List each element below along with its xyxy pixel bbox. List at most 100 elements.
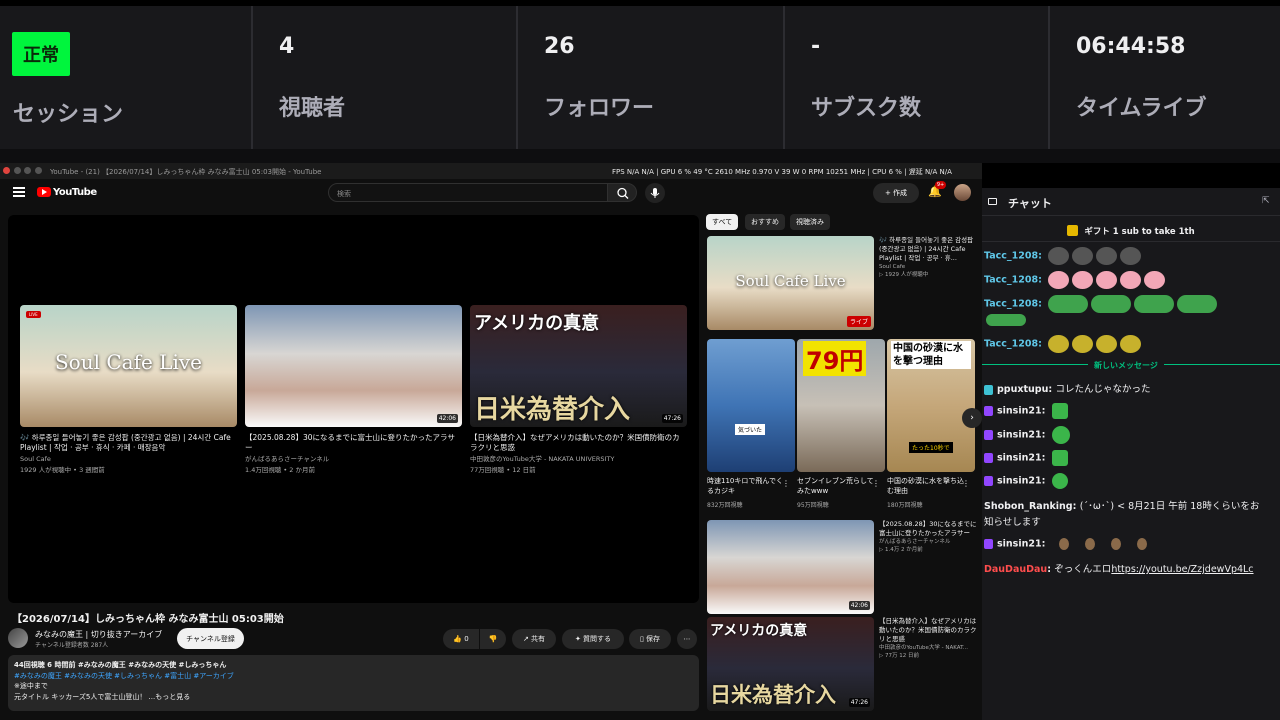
share-icon: ↗: [522, 635, 532, 643]
reload-icon[interactable]: [35, 167, 42, 174]
description-hashtags[interactable]: #みなみの魔王 #みなみの天使 #しみっちゃん #富士山 #アーカイブ: [14, 671, 693, 682]
face-emote-icon: [1120, 271, 1142, 289]
chat-username[interactable]: DauDauDau: [984, 564, 1047, 575]
ask-button[interactable]: ✦ 質問する: [562, 629, 624, 649]
separator: [0, 149, 1280, 160]
chat-username[interactable]: Shobon_Ranking: [984, 501, 1073, 512]
stat-label: サブスク数: [811, 96, 922, 121]
face-emote-icon: [1096, 271, 1118, 289]
session-status-badge: 正常: [12, 32, 70, 76]
chat-text: コレたんじゃなかった: [1055, 384, 1151, 395]
description-line: ※途中まで: [14, 682, 48, 690]
emote-icon: [1110, 538, 1121, 550]
like-button[interactable]: 👍 0: [443, 629, 479, 649]
card-title[interactable]: 【2025.08.28】30になるまでに富士山に登りたかったアラサー: [245, 433, 462, 453]
chat-message: sinsin21:: [984, 538, 1147, 550]
video-description[interactable]: 44回視聴 6 時間前 #みなみの魔王 #みなみの天使 #しみっちゃん #みなみ…: [8, 655, 699, 711]
popout-icon[interactable]: ⇱: [1262, 196, 1270, 206]
chip-watched[interactable]: 視聴済み: [790, 214, 830, 230]
voice-search-button[interactable]: [645, 183, 665, 203]
channel-avatar[interactable]: [8, 628, 28, 648]
youtube-wordmark[interactable]: YouTube: [53, 187, 97, 198]
chip-recommended[interactable]: おすすめ: [745, 214, 785, 230]
channel-name[interactable]: みなみの魔王 | 切り抜きアーカイブ: [35, 629, 162, 640]
rec-thumbnail[interactable]: アメリカの真意 日米為替介入 47:26: [707, 617, 874, 711]
rec-thumbnail[interactable]: 42:06: [707, 520, 874, 614]
short-menu-icon[interactable]: ⋮: [872, 479, 880, 488]
chip-all[interactable]: すべて: [706, 214, 739, 230]
short-title[interactable]: 中国の砂漠に水を撃ち込む理由: [887, 476, 965, 496]
share-button[interactable]: ↗ 共有: [512, 629, 556, 649]
share-label: 共有: [531, 635, 546, 643]
rec-title[interactable]: 🎶 하루종일 들어놓기 좋은 감성팝 (중간광고 없음) | 24시간 Cafe…: [879, 236, 979, 263]
gift-text: ギフト 1 sub to take 1th: [1084, 226, 1195, 237]
save-label: 保存: [646, 635, 661, 643]
chat-username[interactable]: Tacc_1208: [984, 275, 1038, 286]
shorts-next-button[interactable]: ›: [962, 408, 982, 428]
thumb-overlay-text: Soul Cafe Live: [54, 350, 202, 374]
short-thumbnail[interactable]: 79円: [797, 339, 885, 472]
back-icon[interactable]: [14, 167, 21, 174]
forward-icon[interactable]: [24, 167, 31, 174]
chat-username[interactable]: ppuxtupu: [997, 384, 1048, 395]
rec-info: 🎶 하루종일 들어놓기 좋은 감성팝 (중간광고 없음) | 24시간 Cafe…: [879, 236, 979, 279]
card-meta: 1.4万回視聴 • 2 か月前: [245, 466, 316, 474]
endscreen-card[interactable]: アメリカの真意 日米為替介入 47:26 【日米為替介入】なぜアメリカは動いたの…: [470, 305, 687, 475]
endscreen-card[interactable]: LIVE Soul Cafe Live 🎶 하루종일 들어놓기 좋은 감성팝 (…: [20, 305, 237, 475]
endscreen-card[interactable]: 42:06 【2025.08.28】30になるまでに富士山に登りたかったアラサー…: [245, 305, 462, 475]
rec-title[interactable]: 【日米為替介入】なぜアメリカは動いたのか？米国債防衛のカラクリと思惑: [879, 617, 979, 644]
short-views: 832万回視聴: [707, 502, 743, 509]
rec-info: 【日米為替介入】なぜアメリカは動いたのか？米国債防衛のカラクリと思惑 中田敦彦の…: [879, 617, 979, 660]
save-button[interactable]: ▯ 保存: [629, 629, 671, 649]
search-input[interactable]: 検索: [328, 183, 608, 202]
duration-badge: 42:06: [848, 601, 870, 610]
more-actions-button[interactable]: ⋯: [677, 629, 697, 649]
short-thumbnail[interactable]: 中国の砂漠に水を撃つ理由 たった10秒で: [887, 339, 975, 472]
search-button[interactable]: [607, 183, 637, 202]
card-thumbnail[interactable]: アメリカの真意 日米為替介入 47:26: [470, 305, 687, 427]
chat-text: ぞっくんエロ: [1054, 564, 1112, 575]
stat-label: 視聴者: [279, 96, 346, 121]
gift-icon: [1067, 225, 1079, 236]
gift-banner[interactable]: ギフト 1 sub to take 1th: [982, 220, 1280, 242]
face-emote-icon: [1072, 271, 1094, 289]
subscribe-button[interactable]: チャンネル登録: [177, 628, 244, 649]
thumb-overlay-text: アメリカの真意: [474, 313, 600, 334]
card-thumbnail[interactable]: LIVE Soul Cafe Live: [20, 305, 237, 427]
chat-link[interactable]: https://youtu.be/ZzjdewVp4Lc: [1111, 564, 1253, 575]
chat-username[interactable]: sinsin21: [997, 539, 1042, 550]
stat-subs: - サブスク数: [785, 6, 1050, 149]
card-title[interactable]: 【日米為替介入】なぜアメリカは動いたのか？米国債防衛のカラクリと思惑: [470, 433, 687, 453]
mic-icon: [650, 188, 660, 198]
chat-panel: チャット ⇱ ギフト 1 sub to take 1th Tacc_1208: …: [982, 163, 1280, 720]
dislike-button[interactable]: 👎: [480, 629, 506, 649]
short-title[interactable]: 時速110キロで飛んでくるカジキ: [707, 476, 785, 496]
pepe-emote-icon: [1134, 295, 1175, 313]
chat-username[interactable]: sinsin21: [997, 453, 1042, 464]
youtube-logo-icon[interactable]: [37, 187, 51, 197]
rec-thumbnail[interactable]: Soul Cafe Live ライブ: [707, 236, 874, 330]
chat-username[interactable]: Tacc_1208: [984, 299, 1038, 310]
chat-username[interactable]: Tacc_1208: [984, 339, 1038, 350]
chat-message: Tacc_1208:: [984, 335, 1142, 353]
card-thumbnail[interactable]: 42:06: [245, 305, 462, 427]
chat-username[interactable]: Tacc_1208: [984, 251, 1038, 262]
tab-title[interactable]: YouTube - (21) 【2026/07/14】しみっちゃん枠 みなみ富士…: [50, 167, 321, 177]
close-dot-icon[interactable]: [3, 167, 10, 174]
rec-title[interactable]: 【2025.08.28】30になるまでに富士山に登りたかったアラサー: [879, 520, 979, 538]
chat-username[interactable]: sinsin21: [997, 406, 1042, 417]
create-button[interactable]: + 作成: [873, 183, 919, 203]
description-line[interactable]: 元タイトル キッカーズ5人で富士山登山！ ...もっと見る: [14, 692, 693, 703]
short-menu-icon[interactable]: ⋮: [782, 479, 790, 488]
card-title[interactable]: 🎶 하루종일 들어놓기 좋은 감성팝 (중간광고 없음) | 24시간 Cafe…: [20, 433, 237, 453]
chat-username[interactable]: sinsin21: [997, 430, 1042, 441]
menu-icon[interactable]: [13, 187, 25, 197]
short-title[interactable]: セブンイレブン荒らしてみたwww: [797, 476, 875, 496]
short-thumbnail[interactable]: 気づいた: [707, 339, 795, 472]
blob-emote-icon: [1048, 335, 1070, 353]
account-avatar[interactable]: [954, 184, 971, 201]
short-menu-icon[interactable]: ⋮: [962, 479, 970, 488]
badge-icon: [984, 539, 993, 549]
chat-username[interactable]: sinsin21: [997, 476, 1042, 487]
video-player[interactable]: LIVE Soul Cafe Live 🎶 하루종일 들어놓기 좋은 감성팝 (…: [8, 215, 699, 603]
